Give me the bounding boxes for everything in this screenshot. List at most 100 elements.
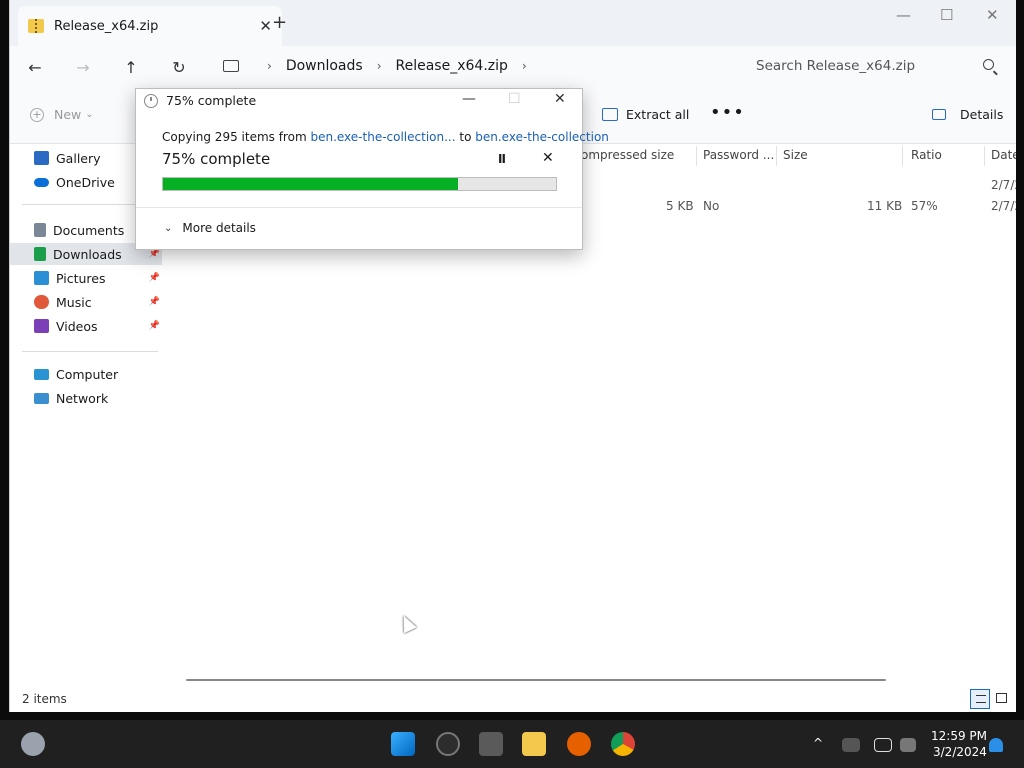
source-folder-link[interactable]: ben.exe-the-collection... — [310, 130, 455, 144]
firefox-icon[interactable] — [567, 732, 591, 756]
start-icon[interactable] — [391, 732, 415, 756]
pin-icon[interactable]: 📌 — [149, 249, 160, 259]
chevron-right-icon[interactable]: › — [267, 59, 272, 73]
search-icon[interactable] — [436, 732, 460, 756]
cell-compressed-size: 5 KB — [666, 199, 694, 213]
forward-button[interactable]: → — [59, 58, 107, 77]
column-date[interactable]: Date — [991, 148, 1016, 162]
cloud-icon — [34, 177, 49, 187]
tiles-view-button[interactable] — [992, 689, 1012, 709]
breadcrumb-release-zip[interactable]: Release_x64.zip — [396, 58, 508, 74]
chevron-down-icon: ⌄ — [164, 222, 173, 234]
column-size[interactable]: Size — [783, 148, 808, 162]
sidebar-item-pictures[interactable]: Pictures 📌 — [10, 267, 162, 289]
clock-date[interactable]: 3/2/2024 — [933, 745, 987, 759]
new-button[interactable]: + New ⌄ — [30, 107, 94, 122]
maximize-button[interactable]: ☐ — [940, 6, 953, 24]
music-icon — [34, 295, 49, 309]
column-compressed-size[interactable]: ompressed size — [581, 148, 674, 162]
sidebar-divider — [22, 351, 158, 352]
pin-icon[interactable]: 📌 — [149, 297, 160, 307]
sidebar-item-label: OneDrive — [56, 174, 115, 190]
show-hidden-icons-icon[interactable]: ^ — [813, 736, 823, 750]
chevron-right-icon[interactable]: › — [377, 59, 382, 73]
sidebar-item-network[interactable]: Network — [10, 387, 162, 409]
column-divider[interactable] — [984, 146, 985, 166]
column-ratio[interactable]: Ratio — [911, 148, 942, 162]
dialog-divider — [136, 207, 582, 208]
pin-icon[interactable]: 📌 — [149, 321, 160, 331]
column-password[interactable]: Password ... — [703, 148, 774, 162]
extract-icon — [602, 108, 618, 121]
copy-prefix-text: Copying 295 items from — [162, 130, 307, 144]
dialog-close-button[interactable]: ✕ — [554, 91, 566, 107]
sidebar-item-music[interactable]: Music 📌 — [10, 291, 162, 313]
network-icon[interactable] — [874, 738, 892, 752]
file-explorer-icon[interactable] — [522, 732, 546, 756]
column-divider[interactable] — [902, 146, 903, 166]
cell-size: 11 KB — [867, 199, 903, 213]
tab-release-zip[interactable]: Release_x64.zip ✕ — [18, 6, 282, 46]
clock-icon — [144, 93, 158, 108]
status-item-count: 2 items — [22, 692, 67, 706]
search-input[interactable]: Search Release_x64.zip — [742, 50, 1006, 82]
sidebar-item-videos[interactable]: Videos 📌 — [10, 315, 162, 337]
taskbar — [0, 720, 1024, 768]
volume-muted-icon[interactable] — [900, 738, 916, 752]
up-button[interactable]: ↑ — [107, 58, 155, 77]
copy-status-line: Copying 295 items from ben.exe-the-colle… — [162, 130, 609, 144]
weather-icon[interactable] — [21, 732, 45, 756]
back-button[interactable]: ← — [11, 58, 59, 77]
new-label: New — [54, 107, 82, 122]
destination-folder-link[interactable]: ben.exe-the-collection — [475, 130, 609, 144]
extract-all-button[interactable]: Extract all — [602, 107, 689, 122]
tiles-view-icon — [996, 693, 1007, 703]
sidebar-item-label: Computer — [56, 366, 119, 382]
dialog-maximize-button: ☐ — [508, 91, 521, 107]
horizontal-scrollbar[interactable] — [186, 679, 886, 681]
network-icon — [34, 392, 49, 404]
dialog-minimize-button[interactable]: — — [462, 91, 476, 107]
cell-ratio: 57% — [911, 199, 938, 213]
column-divider[interactable] — [696, 146, 697, 166]
address-bar[interactable]: › Downloads › Release_x64.zip › — [213, 50, 733, 82]
sidebar-item-computer[interactable]: Computer — [10, 363, 162, 385]
details-view-button[interactable] — [970, 689, 990, 709]
computer-icon[interactable] — [223, 60, 239, 72]
sidebar-item-label: Pictures — [56, 270, 106, 286]
videos-icon — [34, 319, 49, 333]
pictures-icon — [34, 271, 49, 285]
list-view-icon — [976, 695, 986, 703]
refresh-button[interactable]: ↻ — [155, 58, 203, 77]
details-pane-icon — [932, 109, 946, 120]
notification-bell-icon[interactable] — [989, 738, 1003, 752]
tab-bar: Release_x64.zip ✕ + — ☐ ✕ — [10, 0, 1016, 46]
more-options-button[interactable]: ••• — [710, 102, 745, 123]
pause-button[interactable]: II — [498, 152, 506, 166]
search-placeholder: Search Release_x64.zip — [756, 58, 916, 74]
chrome-icon[interactable] — [611, 732, 635, 756]
details-label: Details — [960, 107, 1004, 122]
breadcrumb-downloads[interactable]: Downloads — [286, 58, 363, 74]
clock-time[interactable]: 12:59 PM — [931, 729, 987, 743]
close-window-button[interactable]: ✕ — [986, 6, 999, 24]
chevron-right-icon[interactable]: › — [522, 59, 527, 73]
new-tab-button[interactable]: + — [272, 12, 287, 33]
task-view-icon[interactable] — [479, 732, 503, 756]
copy-progress-dialog: 75% complete — ☐ ✕ Copying 295 items fro… — [135, 88, 609, 250]
zip-folder-icon — [28, 19, 44, 33]
percent-complete-label: 75% complete — [162, 150, 271, 168]
pin-icon[interactable]: 📌 — [149, 273, 160, 283]
minimize-button[interactable]: — — [896, 6, 911, 24]
download-icon — [34, 247, 46, 261]
details-pane-button[interactable]: Details — [932, 107, 1003, 122]
progress-bar-fill — [163, 178, 458, 190]
tab-close-icon[interactable]: ✕ — [259, 17, 272, 35]
more-details-toggle[interactable]: ⌄ More details — [164, 221, 256, 235]
onedrive-offline-icon[interactable] — [842, 738, 860, 752]
dialog-title-bar: 75% complete — [144, 93, 256, 108]
to-text: to — [459, 130, 472, 144]
column-divider[interactable] — [776, 146, 777, 166]
plus-icon: + — [30, 107, 44, 122]
cancel-copy-button[interactable]: ✕ — [542, 150, 554, 166]
